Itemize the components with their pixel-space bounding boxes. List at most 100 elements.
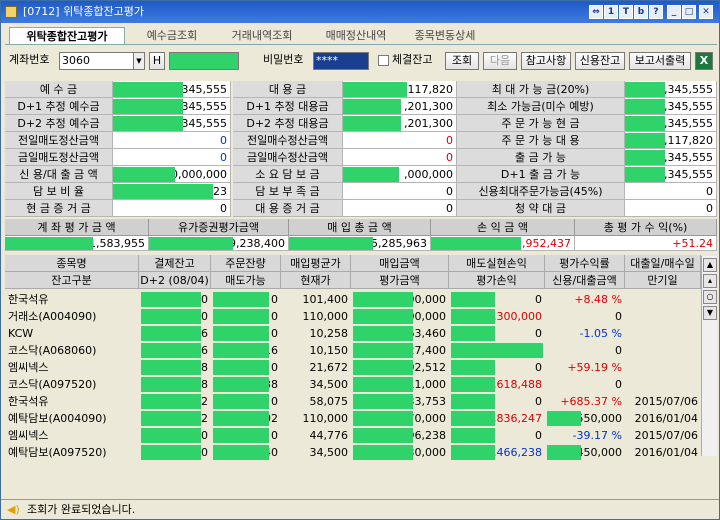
masked-value	[431, 237, 521, 250]
table-subheader[interactable]: D+2 (08/04)	[139, 272, 211, 289]
total-header: 매 입 총 금 액	[289, 219, 431, 236]
table-cell: 2016/01/04	[634, 446, 698, 459]
table-cell: 0	[615, 310, 622, 323]
masked-cell	[353, 309, 413, 324]
reference-button[interactable]: 참고사항	[521, 52, 571, 70]
table-header[interactable]: 주문잔량	[211, 255, 281, 272]
scroll-down-icon[interactable]: ▼	[703, 306, 717, 320]
minimize-button[interactable]: _	[667, 5, 681, 19]
table-cell[interactable]: 코스닥(A068060)	[5, 342, 139, 359]
masked-cell	[141, 428, 201, 443]
table-header[interactable]: 매도실현손익	[449, 255, 545, 272]
table-cell[interactable]: 한국석유	[5, 291, 139, 308]
app-icon	[5, 6, 17, 18]
h-button[interactable]: H	[149, 52, 165, 70]
one-button[interactable]: 1	[604, 5, 618, 19]
status-text: 조회가 완료되었습니다.	[27, 503, 136, 516]
balance-checkbox[interactable]	[378, 55, 389, 66]
masked-value	[625, 82, 665, 97]
table-cell[interactable]: 한국석유	[5, 393, 139, 410]
tab-detail[interactable]: 종목변동상세	[405, 27, 485, 45]
account-dropdown-icon[interactable]: ▼	[133, 52, 145, 70]
masked-cell	[213, 326, 269, 341]
table-header[interactable]: 종목명	[5, 255, 139, 272]
masked-cell	[213, 377, 269, 392]
summary_left-value: 0	[113, 149, 231, 166]
table-cell[interactable]: 엠씨넥스	[5, 359, 139, 376]
tab-balance-eval[interactable]: 위탁종합잔고평가	[9, 27, 125, 45]
masked-value	[625, 150, 665, 165]
masked-cell	[141, 309, 201, 324]
status-bar: ◀) 조회가 완료되었습니다.	[1, 499, 719, 519]
tab-settlement[interactable]: 매매정산내역	[311, 27, 401, 45]
summary_mid-value: 0	[343, 132, 457, 149]
table-cell[interactable]: 예탁담보(A004090)	[5, 410, 139, 427]
vertical-scrollbar[interactable]: ▲ ▴ ○ ▼	[701, 256, 717, 456]
summary_left-label: 예 수 금	[5, 81, 113, 98]
table-cell	[625, 291, 701, 308]
tab-history[interactable]: 거래내역조회	[217, 27, 307, 45]
table-subheader[interactable]: 만기일	[625, 272, 701, 289]
table-header[interactable]: 평가수익률	[545, 255, 625, 272]
masked-cell	[451, 377, 495, 392]
table-header[interactable]: 대출일/매수일	[625, 255, 701, 272]
help-button[interactable]: ?	[649, 5, 663, 19]
credit-balance-button[interactable]: 신용잔고	[575, 52, 625, 70]
summary_right-label: 신용최대주문가능금(45%)	[457, 183, 625, 200]
print-report-button[interactable]: 보고서출력	[629, 52, 691, 70]
table-header[interactable]: 결제잔고	[139, 255, 211, 272]
table-subheader[interactable]: 평가손익	[449, 272, 545, 289]
table-cell: +59.19 %	[567, 361, 622, 374]
summary_left-label: D+1 추정 예수금	[5, 98, 113, 115]
summary_mid-label: 전일매수정산금액	[233, 132, 343, 149]
total-value: +51.24	[575, 236, 717, 251]
table-cell[interactable]: 예탁담보(A097520)	[5, 444, 139, 461]
masked-value	[113, 167, 175, 182]
table-subheader[interactable]: 신용/대출금액	[545, 272, 625, 289]
summary_mid-label: 대 용 금	[233, 81, 343, 98]
masked-value	[343, 99, 401, 114]
summary_mid-label: D+1 추정 대용금	[233, 98, 343, 115]
query-button[interactable]: 조회	[445, 52, 479, 70]
table-cell: 0	[615, 344, 622, 357]
masked-cell	[547, 445, 581, 460]
b-button[interactable]: b	[634, 5, 648, 19]
summary_right-value: 0	[625, 200, 717, 217]
tab-divider	[5, 44, 717, 45]
table-header[interactable]: 매입평균가	[281, 255, 351, 272]
table-subheader[interactable]: 평가금액	[351, 272, 449, 289]
masked-cell	[213, 343, 269, 358]
balance-checkbox-label: 체결잔고	[392, 53, 433, 66]
summary_right-value: 0	[625, 183, 717, 200]
masked-cell	[353, 411, 413, 426]
password-input[interactable]: ****	[313, 52, 369, 70]
excel-icon[interactable]: X	[695, 52, 713, 70]
table-cell[interactable]: 거래소(A004090)	[5, 308, 139, 325]
close-button[interactable]: ✕	[699, 5, 713, 19]
masked-cell	[213, 411, 269, 426]
t-button[interactable]: T	[619, 5, 633, 19]
table-cell[interactable]: 코스닥(A097520)	[5, 376, 139, 393]
masked-value	[113, 99, 183, 114]
tab-deposit[interactable]: 예수금조회	[131, 27, 213, 45]
masked-cell	[451, 309, 495, 324]
table-subheader[interactable]: 매도가능	[211, 272, 281, 289]
masked-cell	[451, 343, 543, 358]
maximize-button[interactable]: □	[682, 5, 696, 19]
table-subheader[interactable]: 현재가	[281, 272, 351, 289]
tab-bar: 위탁종합잔고평가 예수금조회 거래내역조회 매매정산내역 종목변동상세	[5, 27, 717, 45]
scroll-mid-up-icon[interactable]: ▴	[703, 274, 717, 288]
masked-value	[113, 184, 213, 199]
total-header: 총 평 가 수 익(%)	[575, 219, 717, 236]
table-header[interactable]: 매입금액	[351, 255, 449, 272]
scroll-up-icon[interactable]: ▲	[703, 258, 717, 272]
table-cell: 10,150	[309, 344, 349, 357]
masked-cell	[353, 394, 413, 409]
next-button[interactable]: 다음	[483, 52, 517, 70]
link-icon[interactable]: ⇔	[589, 5, 603, 19]
table-subheader[interactable]: 잔고구분	[5, 272, 139, 289]
scroll-mid-icon[interactable]: ○	[703, 290, 717, 304]
table-cell[interactable]: KCW	[5, 325, 139, 342]
masked-value	[343, 116, 401, 131]
table-cell[interactable]: 엠씨넥스	[5, 427, 139, 444]
